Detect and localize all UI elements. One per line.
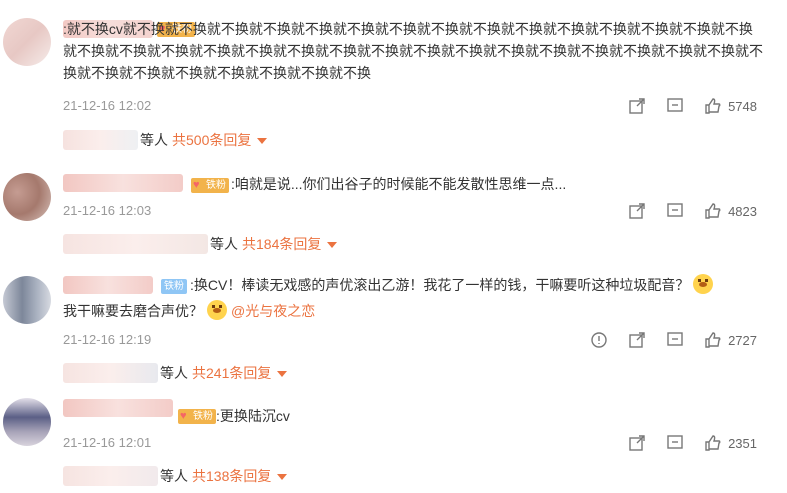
- comment-item: ♥ 铁粉 :咱就是说...你们出谷子的时候能不能发散性思维一点... 21-12…: [0, 168, 787, 268]
- avatar[interactable]: [3, 398, 51, 446]
- comment-icon[interactable]: [666, 331, 684, 349]
- reply-suffix: 等人: [210, 236, 238, 252]
- reply-summary[interactable]: 等人 共184条回复: [63, 234, 338, 254]
- like-icon[interactable]: [704, 97, 722, 115]
- reply-count-link[interactable]: 共184条回复: [242, 234, 321, 254]
- username-blurred[interactable]: [63, 276, 153, 294]
- fan-badge: 铁粉: [161, 279, 187, 294]
- share-icon[interactable]: [628, 202, 646, 220]
- reply-count-link[interactable]: 共500条回复: [172, 130, 251, 150]
- username-blurred[interactable]: [63, 399, 173, 417]
- reply-summary[interactable]: 等人 共138条回复: [63, 466, 288, 486]
- reply-avatars-blurred: [63, 466, 158, 486]
- comment-time: 21-12-16 12:02: [63, 98, 152, 113]
- heart-icon: ♥: [193, 179, 200, 191]
- reply-count-link[interactable]: 共241条回复: [192, 363, 271, 383]
- chevron-down-icon[interactable]: [257, 138, 268, 144]
- like-icon[interactable]: [704, 434, 722, 452]
- comment-text-line2: 我干嘛要去磨合声优？ @光与夜之恋: [63, 300, 315, 322]
- thinking-emoji-icon: [207, 300, 227, 320]
- comment-text-part: 我干嘛要去磨合声优？: [63, 303, 203, 319]
- report-icon[interactable]: [590, 331, 608, 349]
- comment-actions: 4823: [608, 202, 757, 220]
- reply-avatars-blurred: [63, 363, 158, 383]
- like-count: 4823: [728, 203, 757, 219]
- reply-summary[interactable]: 等人 共241条回复: [63, 363, 288, 383]
- chevron-down-icon[interactable]: [327, 242, 338, 248]
- chevron-down-icon[interactable]: [277, 371, 288, 377]
- comment-time: 21-12-16 12:03: [63, 203, 152, 218]
- comment-item: ♥ 铁粉 :就不换cv就不换就不换就不换就不换就不换就不换就不换就不换就不换就不…: [0, 0, 787, 170]
- like-icon[interactable]: [704, 202, 722, 220]
- comment-text: :换CV！棒读无戏感的声优滚出乙游！我花了一样的钱，干嘛要听这种垃圾配音？: [190, 274, 717, 296]
- reply-avatars-blurred: [63, 130, 138, 150]
- share-icon[interactable]: [628, 434, 646, 452]
- comment-text-part: :换CV！棒读无戏感的声优滚出乙游！我花了一样的钱，干嘛要听这种垃圾配音？: [190, 277, 690, 293]
- reply-suffix: 等人: [160, 365, 188, 381]
- like-count: 5748: [728, 98, 757, 114]
- fan-badge: ♥ 铁粉: [178, 409, 216, 424]
- thinking-emoji-icon: [693, 274, 714, 294]
- like-count: 2351: [728, 435, 757, 451]
- reply-suffix: 等人: [160, 468, 188, 484]
- heart-icon: ♥: [180, 410, 187, 422]
- comment-text: :咱就是说...你们出谷子的时候能不能发散性思维一点...: [231, 176, 567, 192]
- chevron-down-icon[interactable]: [277, 474, 288, 480]
- mention-link[interactable]: @光与夜之恋: [231, 303, 315, 319]
- share-icon[interactable]: [628, 331, 646, 349]
- reply-summary[interactable]: 等人 共500条回复: [63, 130, 268, 150]
- comment-text: :就不换cv就不换就不换就不换就不换就不换就不换就不换就不换就不换就不换就不换就…: [63, 21, 763, 81]
- comment-actions: 5748: [608, 97, 757, 115]
- comment-item: 铁粉 :换CV！棒读无戏感的声优滚出乙游！我花了一样的钱，干嘛要听这种垃圾配音？…: [0, 268, 787, 393]
- like-icon[interactable]: [704, 331, 722, 349]
- avatar[interactable]: [3, 18, 51, 66]
- share-icon[interactable]: [628, 97, 646, 115]
- avatar[interactable]: [3, 276, 51, 324]
- comment-icon[interactable]: [666, 97, 684, 115]
- comment-actions: 2351: [608, 434, 757, 452]
- reply-count-link[interactable]: 共138条回复: [192, 466, 271, 486]
- comment-item: ♥ 铁粉 :更换陆沉cv 21-12-16 12:01 2351 等人 共138…: [0, 393, 787, 493]
- comment-actions: 2727: [570, 331, 757, 349]
- avatar[interactable]: [3, 173, 51, 221]
- reply-suffix: 等人: [140, 132, 168, 148]
- like-count: 2727: [728, 332, 757, 348]
- comment-time: 21-12-16 12:01: [63, 435, 152, 450]
- comment-icon[interactable]: [666, 434, 684, 452]
- comment-text: :更换陆沉cv: [216, 408, 290, 424]
- reply-avatars-blurred: [63, 234, 208, 254]
- fan-badge: ♥ 铁粉: [191, 178, 229, 193]
- comment-icon[interactable]: [666, 202, 684, 220]
- comment-time: 21-12-16 12:19: [63, 332, 152, 347]
- username-blurred[interactable]: [63, 174, 183, 192]
